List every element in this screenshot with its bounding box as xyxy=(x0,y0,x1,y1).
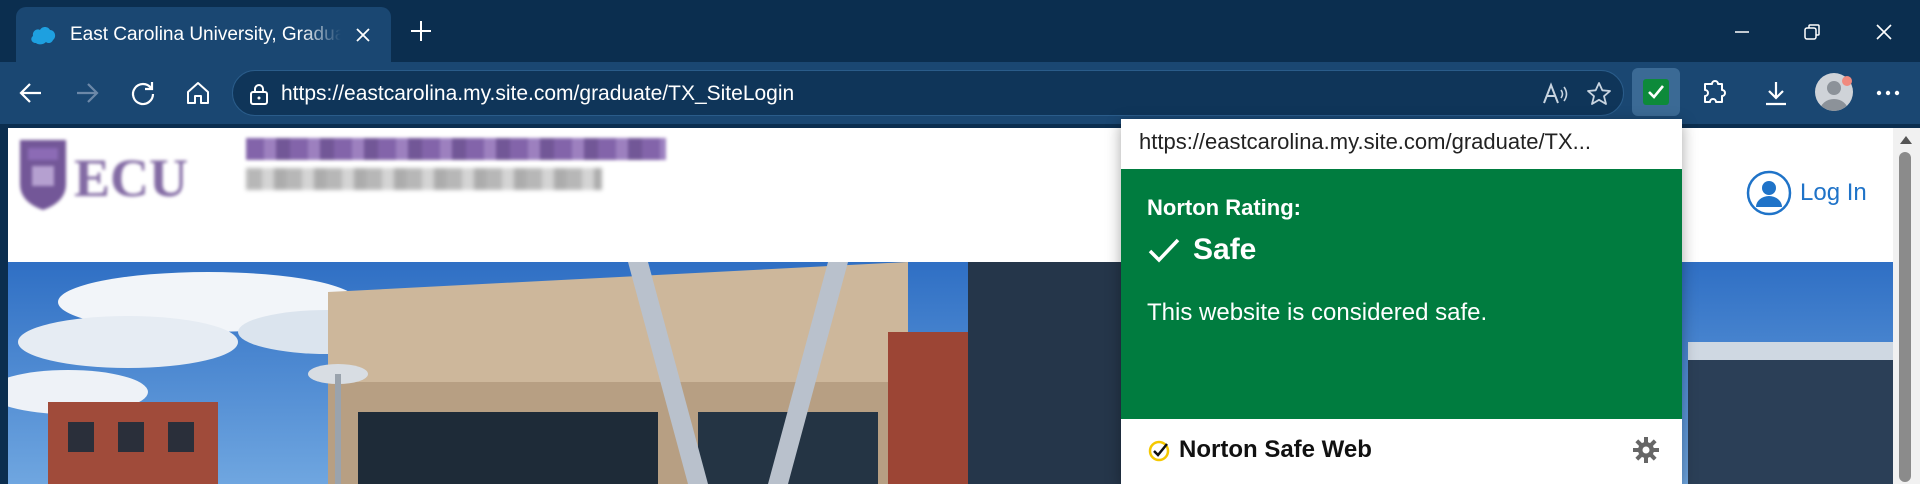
browser-toolbar: https://eastcarolina.my.site.com/graduat… xyxy=(0,62,1920,124)
refresh-icon[interactable] xyxy=(126,76,160,110)
ecu-logo[interactable]: ECU xyxy=(14,136,234,212)
norton-logo-icon xyxy=(1147,439,1171,463)
downloads-icon[interactable] xyxy=(1758,75,1794,111)
norton-rating-label: Norton Rating: xyxy=(1147,195,1301,220)
lock-icon[interactable] xyxy=(247,82,271,106)
salesforce-cloud-icon xyxy=(30,22,56,48)
safe-status-text: Safe xyxy=(1193,233,1257,266)
restore-icon[interactable] xyxy=(1790,12,1834,52)
popup-url: https://eastcarolina.my.site.com/graduat… xyxy=(1139,129,1592,154)
university-name-blurred xyxy=(246,138,666,160)
home-icon[interactable] xyxy=(181,76,215,110)
close-icon[interactable] xyxy=(1862,12,1906,52)
user-circle-icon xyxy=(1746,170,1792,216)
safe-status: Safe xyxy=(1147,233,1256,267)
norton-extension-icon[interactable] xyxy=(1632,68,1680,116)
new-tab-button[interactable] xyxy=(406,16,436,46)
graduate-application-blurred xyxy=(246,168,602,190)
scroll-up-icon[interactable] xyxy=(1900,136,1912,144)
popup-footer: Norton Safe Web xyxy=(1121,419,1682,484)
svg-text:ECU: ECU xyxy=(74,148,188,208)
minimize-icon[interactable] xyxy=(1720,12,1764,52)
url-text[interactable]: https://eastcarolina.my.site.com/graduat… xyxy=(281,82,794,106)
extensions-icon[interactable] xyxy=(1696,75,1732,111)
tab-close-icon[interactable] xyxy=(349,21,377,49)
favorite-star-icon[interactable] xyxy=(1585,81,1613,107)
gear-icon[interactable] xyxy=(1631,435,1661,465)
login-link[interactable]: Log In xyxy=(1746,170,1867,216)
tab-strip: East Carolina University, Graduate Schoo… xyxy=(0,0,1920,62)
browser-tab[interactable]: East Carolina University, Graduate Schoo… xyxy=(16,7,391,62)
norton-rating-panel: Norton Rating: Safe This website is cons… xyxy=(1121,169,1682,419)
profile-notification-dot xyxy=(1842,76,1852,86)
page-scrollbar[interactable] xyxy=(1893,128,1920,484)
safety-description: This website is considered safe. xyxy=(1147,299,1488,326)
read-aloud-icon[interactable] xyxy=(1541,81,1569,107)
address-bar[interactable]: https://eastcarolina.my.site.com/graduat… xyxy=(232,70,1624,116)
login-label: Log In xyxy=(1800,179,1867,206)
more-icon[interactable] xyxy=(1870,75,1906,111)
norton-safe-web-popup: https://eastcarolina.my.site.com/graduat… xyxy=(1121,119,1682,484)
checkmark-icon xyxy=(1147,233,1181,267)
norton-brand: Norton Safe Web xyxy=(1179,436,1372,463)
back-icon[interactable] xyxy=(14,76,48,110)
forward-icon[interactable] xyxy=(70,76,104,110)
scrollbar-thumb[interactable] xyxy=(1899,152,1911,482)
tab-title: East Carolina University, Graduate Schoo… xyxy=(70,23,341,45)
